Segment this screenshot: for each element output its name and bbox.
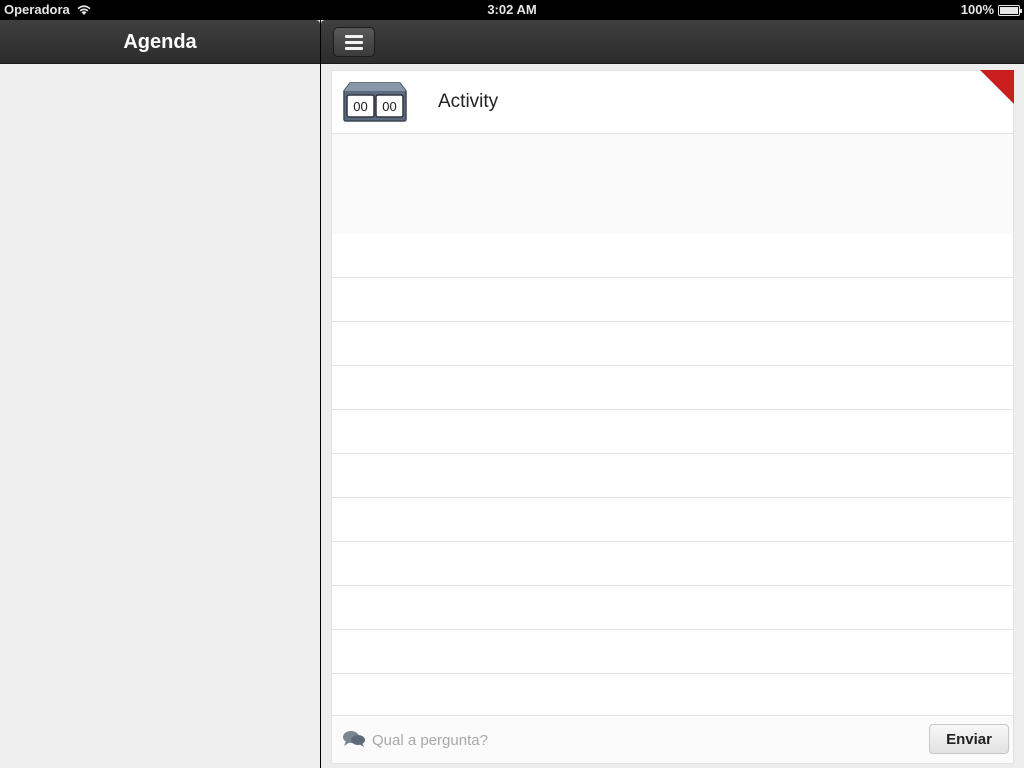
activity-title: Activity	[438, 91, 499, 112]
ruled-line	[332, 410, 1013, 454]
clock-left-digits: 00	[353, 99, 367, 114]
chat-bubbles-icon	[343, 731, 365, 747]
ruled-lines	[332, 234, 1013, 718]
ruled-line	[332, 322, 1013, 366]
hamburger-menu-icon-bar	[345, 40, 363, 44]
ruled-line	[332, 630, 1013, 674]
agenda-title: Agenda	[123, 31, 197, 53]
menu-button[interactable]	[333, 27, 375, 57]
question-input[interactable]	[372, 728, 912, 752]
activity-row[interactable]: 00 00 Activity	[332, 70, 1014, 134]
activity-content-area	[332, 134, 1013, 234]
ruled-line	[332, 586, 1013, 630]
ruled-line	[332, 278, 1013, 322]
battery-icon	[998, 4, 1022, 16]
status-right: 100%	[960, 2, 1022, 17]
ruled-line	[332, 674, 1013, 718]
battery-percentage: 100%	[960, 2, 994, 17]
ruled-line	[332, 542, 1013, 586]
detail-header	[321, 20, 1024, 64]
hamburger-menu-icon-bar	[345, 46, 363, 50]
ruled-line	[332, 498, 1013, 542]
ruled-line	[332, 454, 1013, 498]
agenda-header: Agenda	[0, 20, 320, 64]
activity-card: 00 00 Activity Qual a pergunta? Enviar	[331, 70, 1014, 764]
flip-clock-icon: 00 00	[343, 82, 407, 122]
send-button[interactable]: Enviar	[929, 724, 1009, 754]
detail-pane: 00 00 Activity Qual a pergunta? Enviar	[321, 20, 1024, 768]
agenda-pane: Agenda	[0, 20, 320, 768]
ruled-line	[332, 366, 1013, 410]
ruled-line	[332, 234, 1013, 278]
hamburger-menu-icon	[345, 34, 363, 38]
question-bar: Enviar	[332, 715, 1013, 763]
status-bar: Operadora 3:02 AM 100%	[0, 0, 1024, 20]
corner-flag-icon	[980, 70, 1014, 104]
clock-right-digits: 00	[382, 99, 396, 114]
status-time: 3:02 AM	[487, 2, 537, 17]
